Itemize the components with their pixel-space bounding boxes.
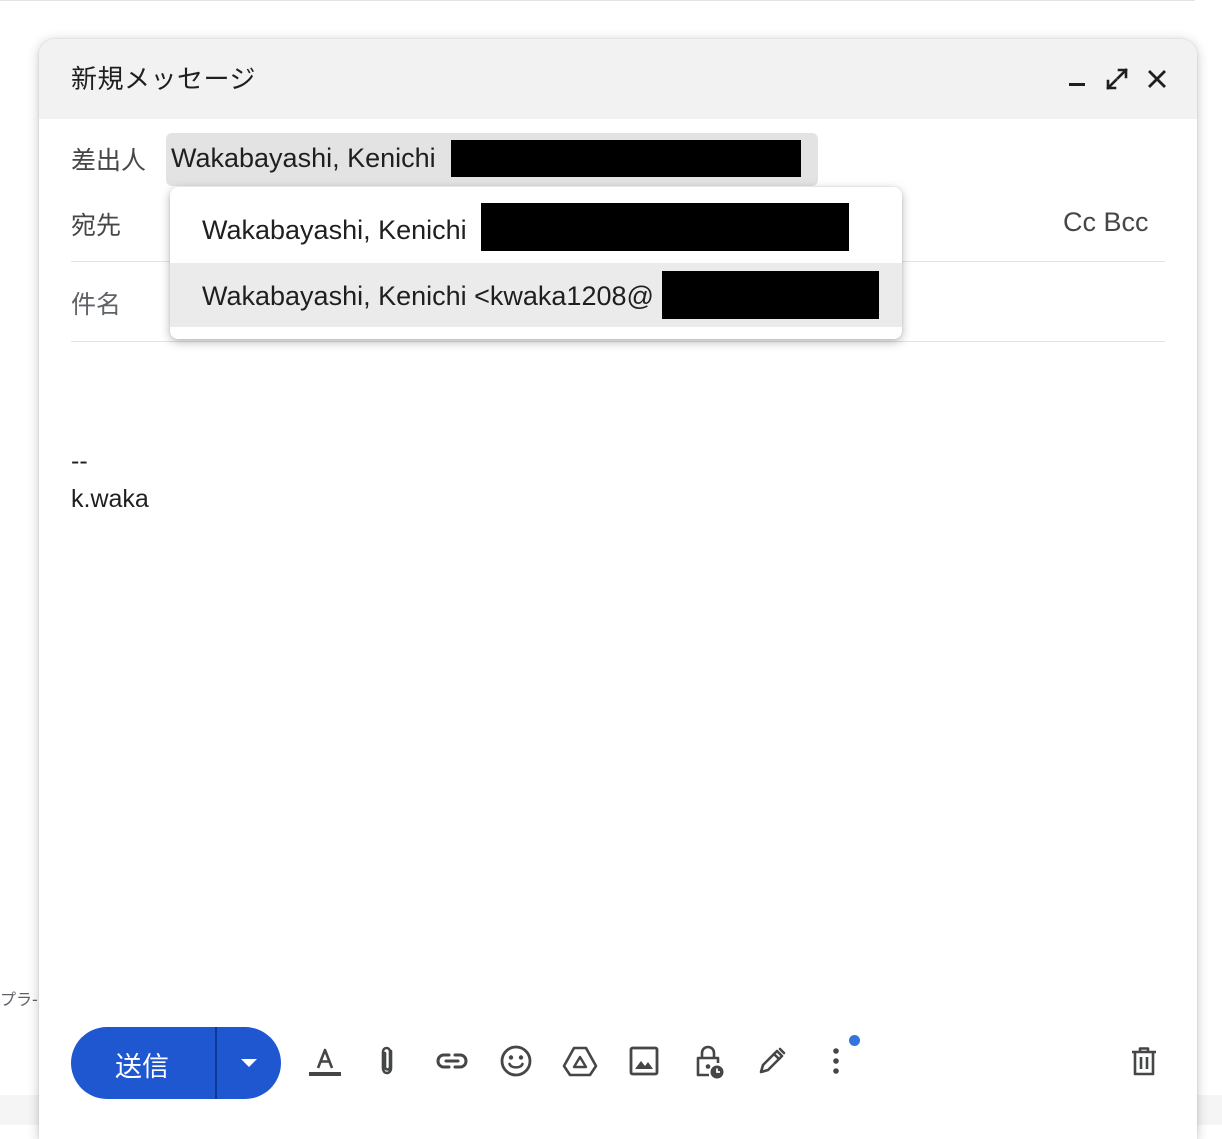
caret-down-icon: [241, 1059, 257, 1067]
signature-name: k.waka: [71, 485, 149, 513]
link-icon: [436, 1053, 468, 1069]
close-button[interactable]: [1139, 61, 1175, 97]
signature-separator: --: [71, 447, 88, 475]
insert-link-button[interactable]: [432, 1041, 472, 1081]
background-partial-text: プラ-: [0, 990, 38, 1009]
discard-draft-button[interactable]: [1124, 1041, 1164, 1081]
redacted-email: [481, 203, 849, 251]
more-options-icon: [833, 1048, 839, 1074]
more-options-button[interactable]: [816, 1041, 856, 1081]
from-selector[interactable]: Wakabayashi, Kenichi: [166, 133, 818, 186]
drive-button[interactable]: [560, 1041, 600, 1081]
from-value: Wakabayashi, Kenichi: [171, 143, 436, 173]
background-top-divider: [0, 0, 1195, 1]
subject-divider: [71, 341, 1165, 342]
from-address-dropdown: Wakabayashi, Kenichi Wakabayashi, Kenich…: [170, 187, 902, 339]
emoji-icon: [500, 1045, 532, 1077]
image-icon: [629, 1046, 659, 1076]
from-option-text: Wakabayashi, Kenichi <kwaka1208@: [202, 281, 654, 311]
notification-dot: [849, 1035, 860, 1046]
send-label: 送信: [115, 1052, 169, 1083]
send-button[interactable]: 送信: [71, 1027, 215, 1099]
from-option-text: Wakabayashi, Kenichi: [202, 215, 467, 245]
minimize-button[interactable]: [1059, 61, 1095, 97]
confidential-mode-button[interactable]: [688, 1041, 728, 1081]
redacted-email: [451, 140, 801, 177]
subject-field[interactable]: 件名: [71, 285, 121, 321]
compose-title: 新規メッセージ: [71, 65, 256, 95]
fullscreen-button[interactable]: [1099, 61, 1135, 97]
attach-icon: [381, 1046, 393, 1075]
from-option[interactable]: Wakabayashi, Kenichi: [170, 197, 902, 261]
confidential-lock-icon: [696, 1045, 724, 1079]
cc-bcc-link[interactable]: Cc Bcc: [1063, 207, 1149, 238]
compose-window: 新規メッセージ 差出人 Wakabayashi, Kenichi 宛先 Cc B…: [39, 39, 1197, 1139]
from-option[interactable]: Wakabayashi, Kenichi <kwaka1208@: [170, 263, 902, 327]
from-label: 差出人: [71, 146, 147, 175]
send-options-button[interactable]: [217, 1027, 281, 1099]
fullscreen-icon: [1106, 68, 1128, 90]
minimize-icon: [1069, 83, 1085, 86]
text-format-icon: [309, 1048, 341, 1076]
drive-icon: [562, 1046, 598, 1077]
insert-photo-button[interactable]: [624, 1041, 664, 1081]
close-icon: [1148, 70, 1166, 88]
insert-signature-button[interactable]: [752, 1041, 792, 1081]
emoji-button[interactable]: [496, 1041, 536, 1081]
attach-button[interactable]: [368, 1041, 408, 1081]
formatting-button[interactable]: [305, 1041, 345, 1081]
delete-icon: [1132, 1047, 1156, 1076]
send-button-group: 送信: [71, 1027, 281, 1099]
signature-pen-icon: [759, 1047, 786, 1074]
redacted-email: [662, 271, 879, 319]
compose-header[interactable]: 新規メッセージ: [39, 39, 1197, 119]
to-label: 宛先: [71, 211, 122, 240]
